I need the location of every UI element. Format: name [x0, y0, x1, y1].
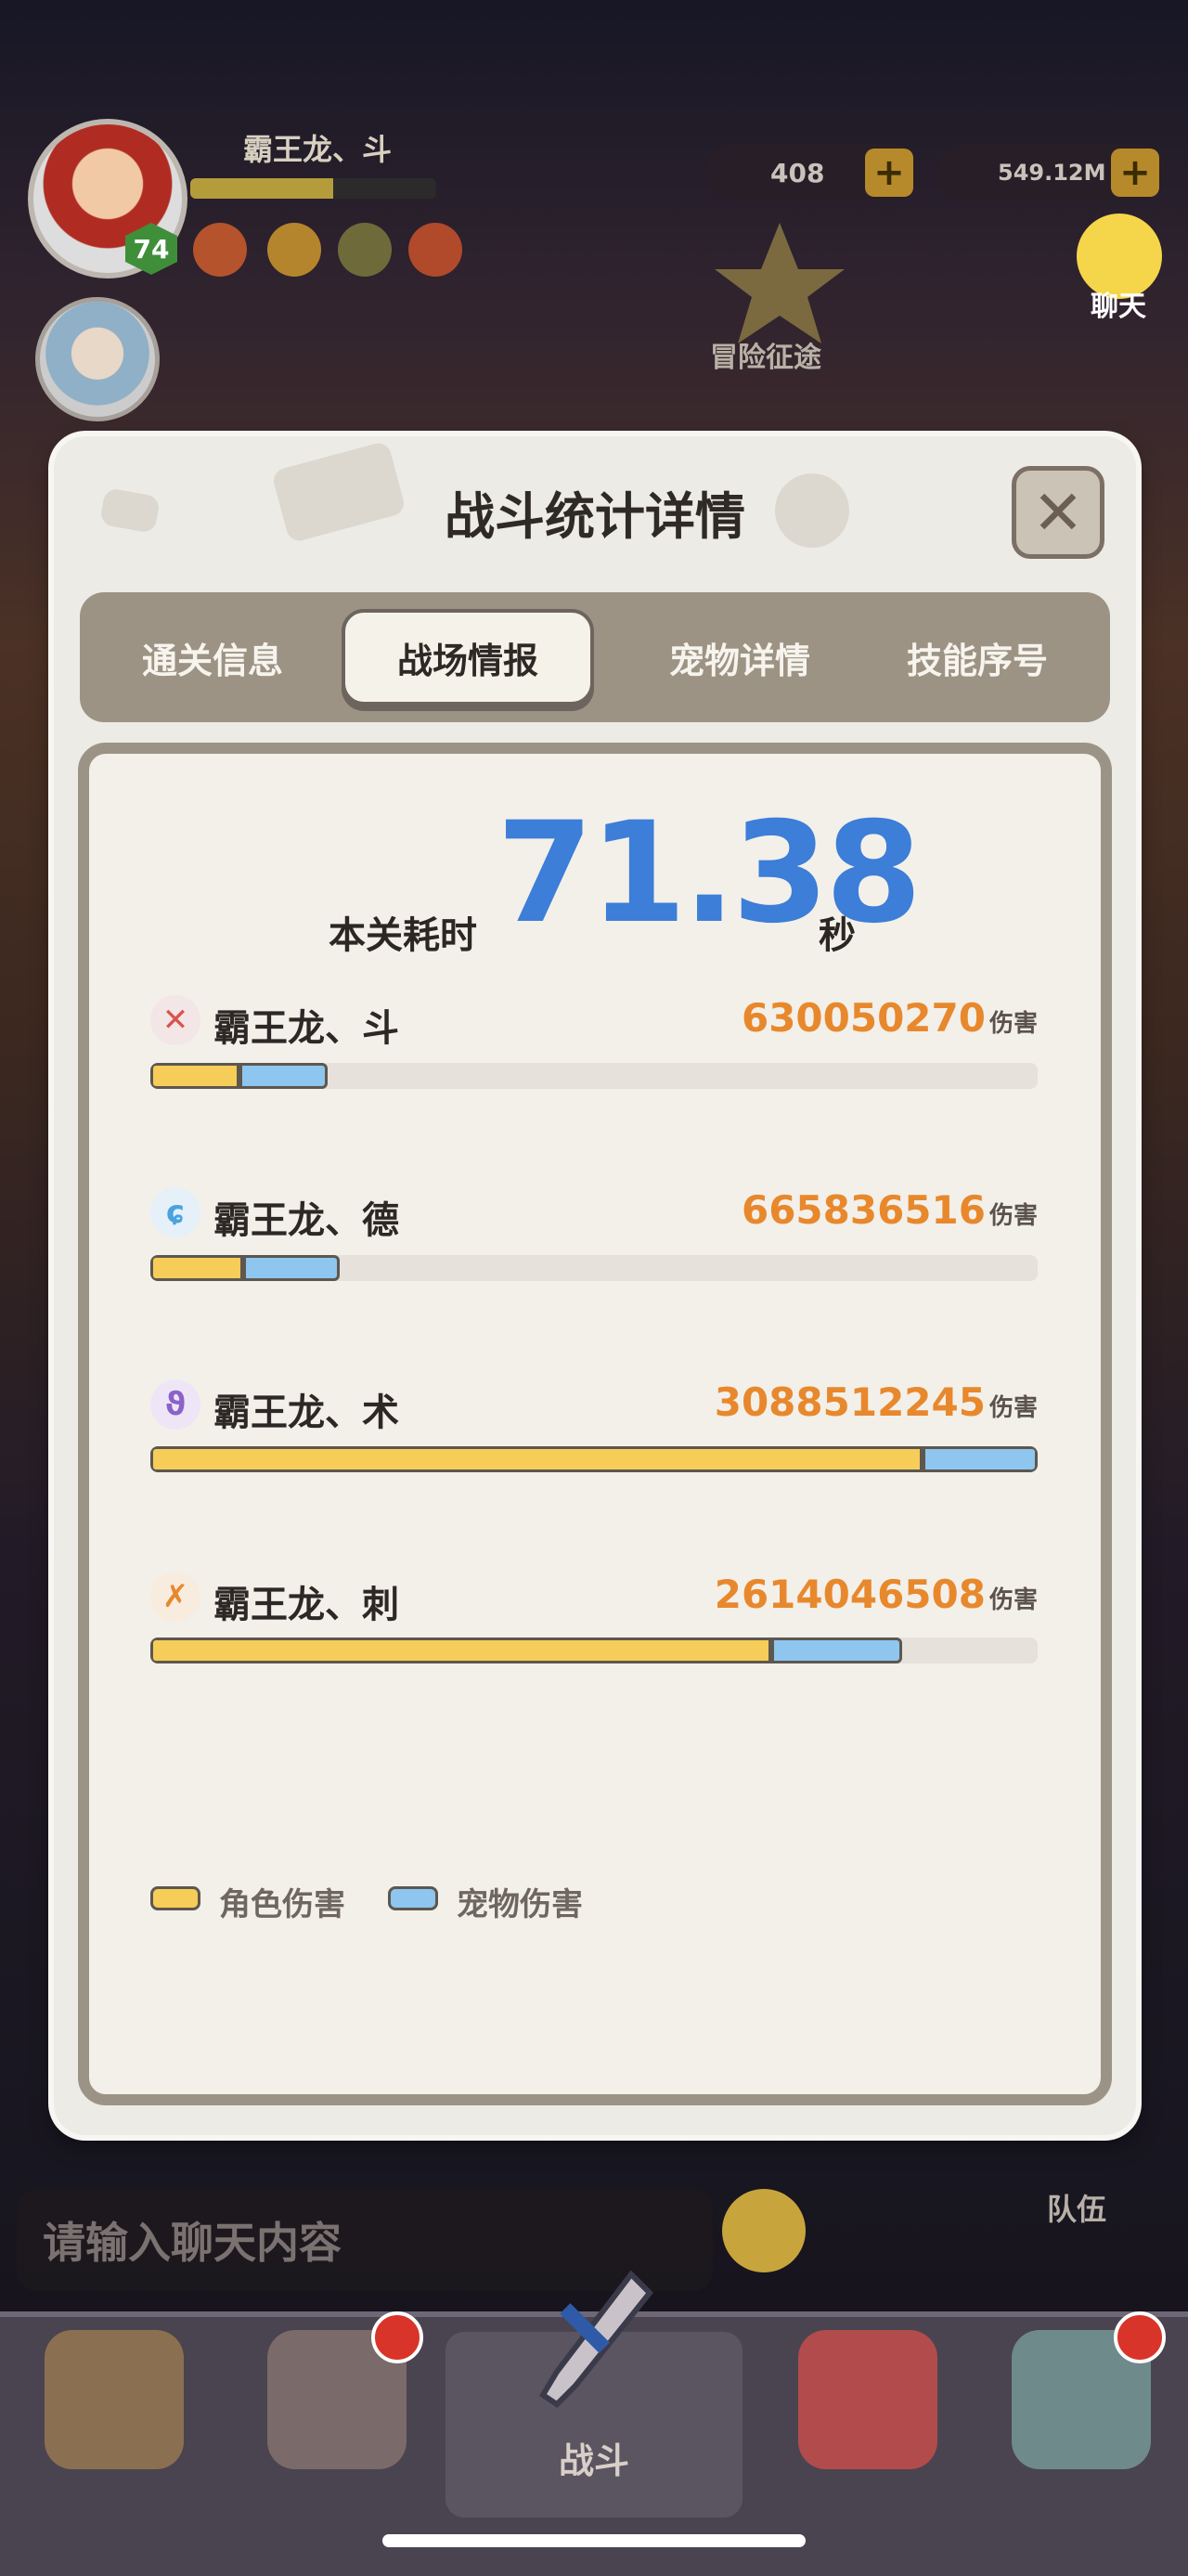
close-button[interactable]: ✕ — [1012, 466, 1104, 559]
adventure-label: 冒险征途 — [710, 342, 821, 374]
row-2-damage: 3088512245 伤害 — [714, 1379, 1038, 1425]
tab-skill-order[interactable]: 技能序号 — [861, 609, 1093, 705]
row-1-damage: 665836516 伤害 — [741, 1187, 1038, 1233]
nav-battle-label[interactable]: 战斗 — [520, 2432, 668, 2483]
row-0-damage-bar — [150, 1063, 1038, 1089]
adventure-icon[interactable] — [705, 214, 854, 353]
buff-icon[interactable] — [193, 223, 247, 277]
row-2-damage-bar — [150, 1446, 1038, 1472]
buff-icon[interactable] — [408, 223, 462, 277]
currency-value-1: 408 — [770, 157, 825, 188]
row-0-damage: 630050270 伤害 — [741, 995, 1038, 1041]
notification-bell-icon — [371, 2311, 423, 2363]
currency-value-2: 549.12M — [998, 160, 1106, 186]
emoji-icon[interactable] — [722, 2189, 806, 2272]
team-label[interactable]: 队伍 — [1047, 2186, 1106, 2229]
exp-bar — [190, 178, 436, 199]
add-currency-2-button[interactable]: + — [1111, 149, 1159, 197]
currency-display-1: 408 + — [705, 144, 919, 201]
home-indicator — [382, 2534, 806, 2547]
currency-display-2: 549.12M + — [937, 144, 1165, 201]
buff-icon[interactable] — [267, 223, 321, 277]
tab-pet-details[interactable]: 宠物详情 — [624, 609, 856, 705]
row-3-damage: 2614046508 伤害 — [714, 1572, 1038, 1617]
tab-clear-info[interactable]: 通关信息 — [97, 609, 329, 705]
row-1-damage-bar — [150, 1255, 1038, 1281]
legend-role-swatch — [150, 1886, 200, 1910]
player-name: 霸王龙、斗 — [243, 132, 393, 167]
legend-role-label: 角色伤害 — [219, 1886, 345, 1923]
add-currency-1-button[interactable]: + — [865, 149, 913, 197]
nav-character-icon[interactable] — [45, 2330, 184, 2469]
notification-bell-icon — [1114, 2311, 1166, 2363]
legend-pet-label: 宠物伤害 — [457, 1886, 583, 1923]
tab-battlefield-intel[interactable]: 战场情报 — [342, 609, 594, 705]
time-label: 本关耗时 — [329, 914, 477, 957]
sword-icon[interactable] — [520, 2265, 668, 2423]
row-3-damage-bar — [150, 1638, 1038, 1663]
teammate-avatar[interactable] — [35, 297, 160, 421]
time-unit: 秒 — [819, 914, 856, 957]
buff-icon[interactable] — [338, 223, 392, 277]
chat-top-label[interactable]: 聊天 — [1091, 283, 1146, 324]
legend-pet-swatch — [388, 1886, 438, 1910]
nav-pet-icon[interactable] — [798, 2330, 937, 2469]
modal-title: 战斗统计详情 — [445, 487, 745, 546]
